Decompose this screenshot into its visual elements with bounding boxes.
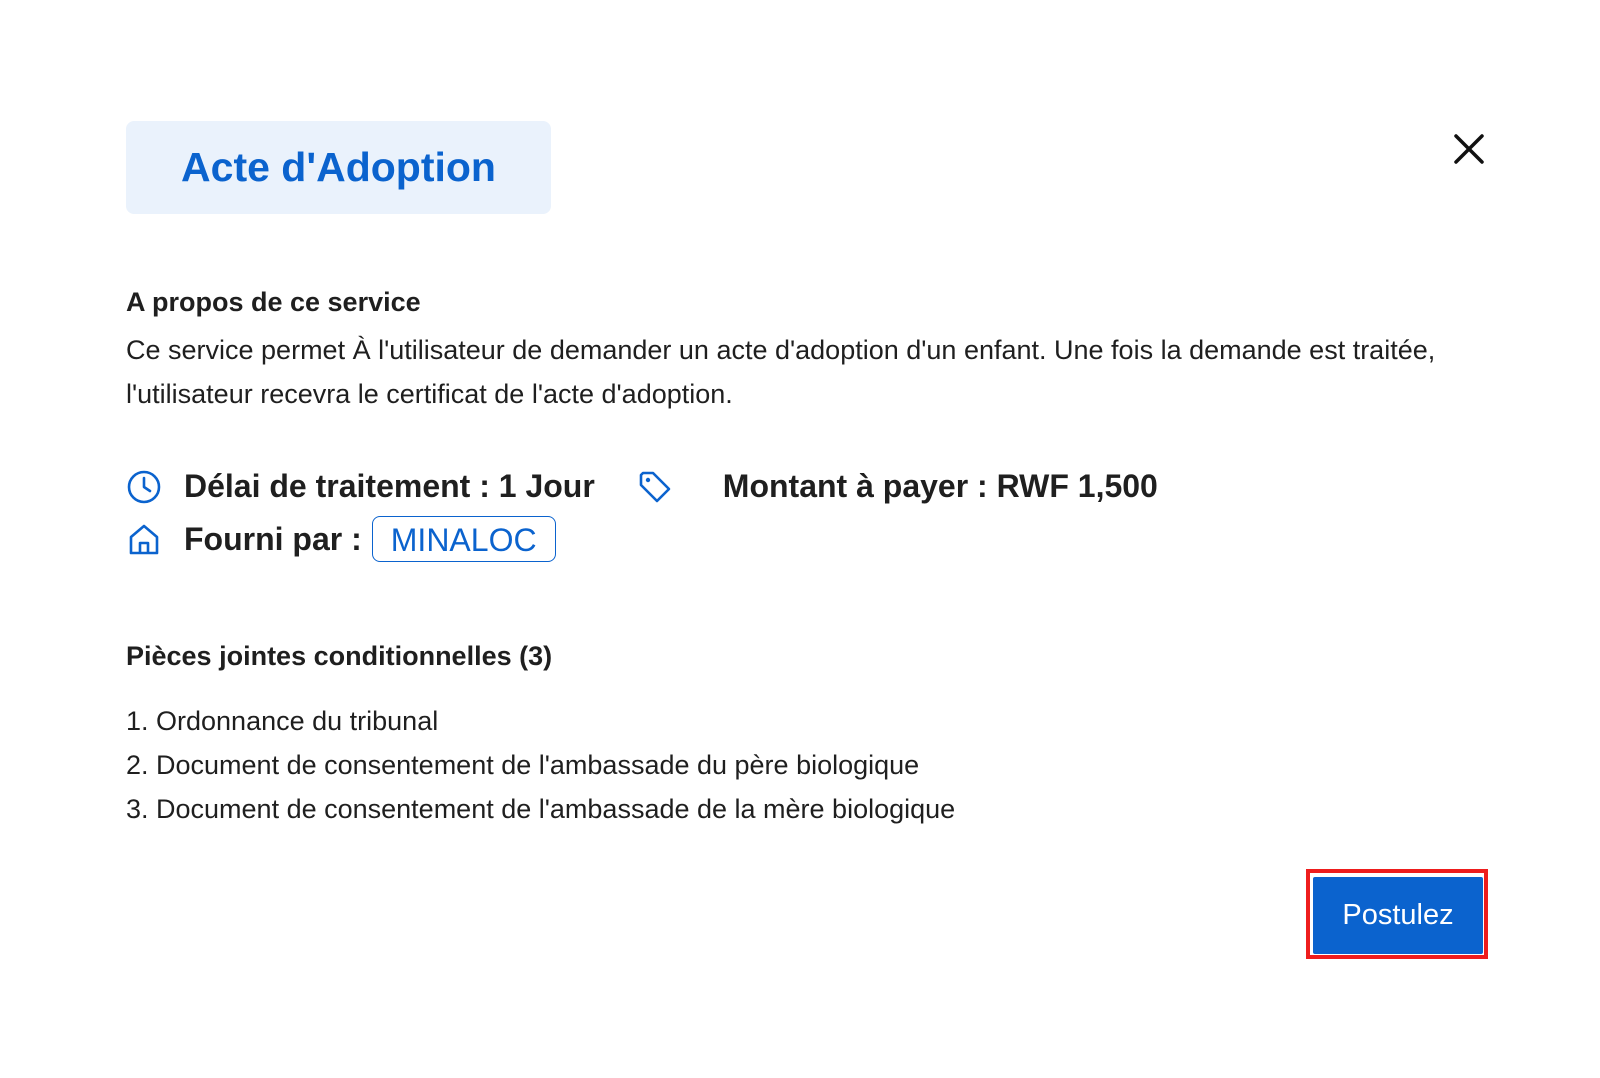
price: Montant à payer : RWF 1,500	[637, 468, 1158, 505]
list-item: 2. Document de consentement de l'ambassa…	[126, 750, 920, 780]
processing-time-label: Délai de traitement : 1 Jour	[184, 468, 595, 504]
close-button[interactable]	[1450, 130, 1488, 168]
price-label: Montant à payer : RWF 1,500	[722, 468, 1158, 504]
price-tag-icon	[639, 471, 671, 502]
list-item: 1. Ordonnance du tribunal	[126, 706, 439, 736]
provider-label: Fourni par :	[184, 520, 362, 557]
clock-icon	[127, 470, 161, 503]
list-item: 3. Document de consentement de l'ambassa…	[126, 794, 956, 824]
attachments-list: 1. Ordonnance du tribunal 2. Document de…	[126, 699, 955, 831]
processing-time: Délai de traitement : 1 Jour	[126, 468, 595, 505]
title-badge: Acte d'Adoption	[126, 121, 551, 214]
close-icon	[1454, 134, 1484, 164]
provider-badge: MINALOC	[371, 516, 556, 562]
modal-title: Acte d'Adoption	[181, 144, 496, 190]
about-heading: A propos de ce service	[126, 287, 421, 317]
attachments-heading: Pièces jointes conditionnelles (3)	[126, 641, 553, 671]
home-icon	[129, 524, 159, 555]
apply-button[interactable]: Postulez	[1313, 877, 1483, 954]
meta-row-processing-price: Délai de traitement : 1 Jour Montant à p…	[126, 468, 1158, 505]
service-details-modal: Acte d'Adoption A propos de ce service C…	[0, 0, 1600, 1078]
meta-row-provider: Fourni par : MINALOC	[126, 516, 556, 562]
about-description: Ce service permet À l'utilisateur de dem…	[126, 335, 1436, 409]
